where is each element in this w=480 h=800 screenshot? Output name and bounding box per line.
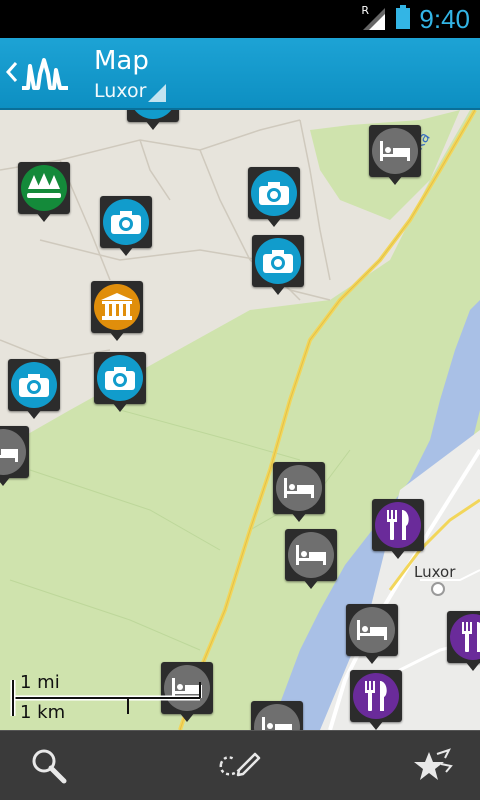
poi-pin-hotel[interactable] — [0, 426, 29, 486]
town-marker — [431, 582, 445, 596]
scale-miles-label: 1 mi — [20, 672, 60, 693]
camera-icon — [263, 250, 293, 273]
map-view[interactable]: Toshka Luxor — [0, 110, 480, 730]
bed-icon — [0, 449, 18, 462]
camera-icon — [259, 182, 289, 205]
poi-pin-hotel[interactable] — [273, 462, 325, 522]
poi-pin-restaurant[interactable] — [447, 611, 480, 671]
poi-pin-camera[interactable] — [252, 235, 304, 295]
museum-icon — [101, 293, 133, 320]
tree-icon — [27, 173, 61, 198]
favorites-icon — [414, 748, 453, 780]
poi-pin-restaurant[interactable] — [372, 499, 424, 559]
status-bar: R 9:40 — [0, 0, 480, 38]
page-title: Map — [94, 46, 149, 76]
favorites-button[interactable] — [408, 745, 458, 787]
draw-route-button[interactable] — [215, 745, 265, 787]
poi-pin-camera[interactable] — [127, 110, 179, 130]
bed-icon — [284, 478, 314, 498]
bed-icon — [296, 545, 326, 565]
poi-pin-hotel[interactable] — [346, 604, 398, 664]
roaming-indicator: R — [361, 4, 370, 17]
draw-route-icon — [219, 752, 261, 777]
poi-pin-camera[interactable] — [94, 352, 146, 412]
camera-icon — [105, 367, 135, 390]
scale-km-label: 1 km — [20, 702, 66, 723]
clock: 9:40 — [419, 3, 470, 34]
search-icon — [32, 749, 67, 784]
poi-pin-forest[interactable] — [18, 162, 70, 222]
bed-icon — [380, 141, 410, 161]
cutlery-icon — [387, 510, 409, 540]
camera-icon — [19, 374, 49, 397]
battery-icon — [395, 4, 411, 34]
action-bar: Map Luxor — [0, 38, 480, 110]
poi-pin-hotel[interactable] — [251, 701, 303, 730]
scale-bar: 1 mi 1 km — [10, 670, 210, 726]
status-icons: R 9:40 — [361, 0, 480, 38]
poi-pin-restaurant[interactable] — [350, 670, 402, 730]
poi-pin-camera[interactable] — [248, 167, 300, 227]
town-label: Luxor — [414, 563, 456, 581]
signal-icon: R — [361, 4, 387, 32]
cutlery-icon — [462, 622, 480, 652]
camera-icon — [111, 211, 141, 234]
location-spinner[interactable]: Luxor — [94, 80, 146, 102]
poi-pin-hotel[interactable] — [285, 529, 337, 589]
poi-pin-camera[interactable] — [8, 359, 60, 419]
map-base — [0, 110, 480, 730]
search-button[interactable] — [24, 745, 74, 787]
spinner-indicator-icon — [148, 84, 166, 102]
bed-icon — [357, 620, 387, 640]
cutlery-icon — [365, 681, 387, 711]
bed-icon — [262, 717, 292, 730]
poi-pin-museum[interactable] — [91, 281, 143, 341]
poi-pin-camera[interactable] — [100, 196, 152, 256]
app-logo-icon[interactable] — [20, 52, 70, 94]
poi-pin-hotel[interactable] — [369, 125, 421, 185]
up-caret-icon[interactable] — [5, 60, 19, 84]
bottom-toolbar — [0, 730, 480, 800]
